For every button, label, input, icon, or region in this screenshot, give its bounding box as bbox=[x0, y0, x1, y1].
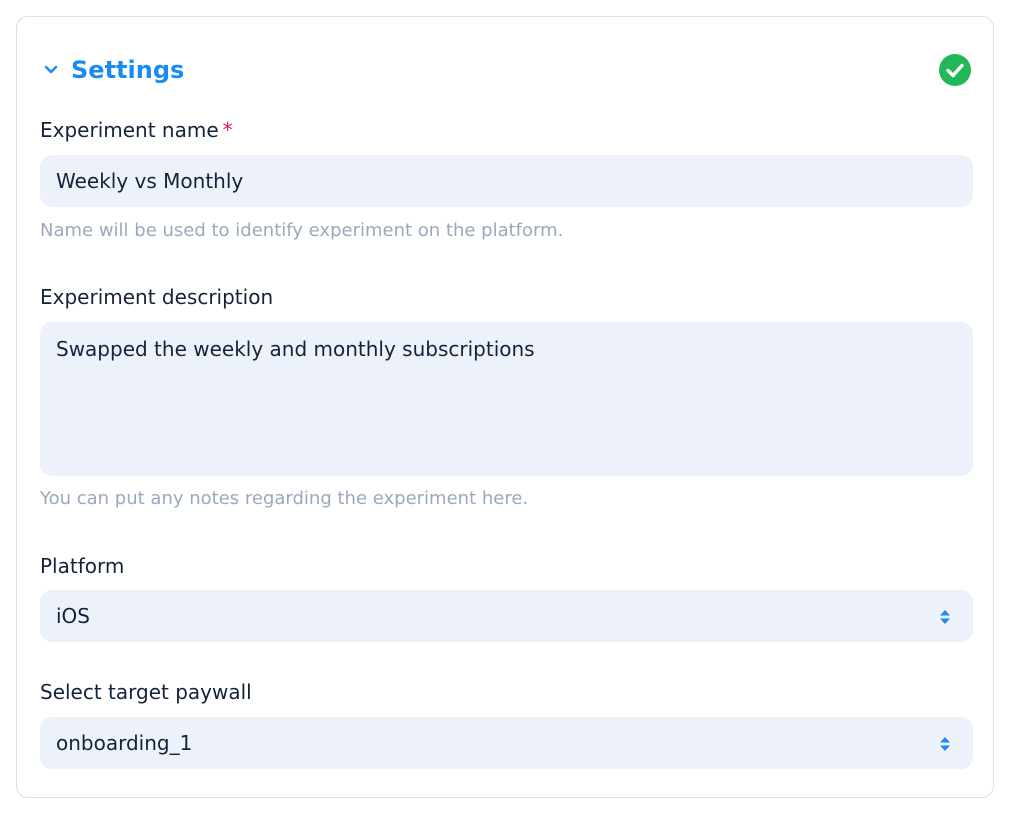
experiment-name-value: Weekly vs Monthly bbox=[56, 169, 244, 193]
target-paywall-select[interactable]: onboarding_1 bbox=[40, 717, 973, 769]
experiment-name-label: Experiment name * bbox=[40, 118, 233, 142]
experiment-description-hint: You can put any notes regarding the expe… bbox=[40, 488, 529, 509]
platform-label: Platform bbox=[40, 554, 125, 578]
platform-selected-value: iOS bbox=[56, 604, 90, 628]
experiment-name-label-text: Experiment name bbox=[40, 118, 219, 142]
target-paywall-label: Select target paywall bbox=[40, 680, 252, 704]
required-marker: * bbox=[222, 118, 233, 142]
experiment-description-value: Swapped the weekly and monthly subscript… bbox=[56, 337, 535, 361]
check-circle-icon bbox=[939, 54, 971, 86]
platform-select[interactable]: iOS bbox=[40, 590, 973, 642]
experiment-description-textarea[interactable]: Swapped the weekly and monthly subscript… bbox=[40, 322, 973, 476]
section-title: Settings bbox=[71, 56, 185, 84]
experiment-name-input[interactable]: Weekly vs Monthly bbox=[40, 155, 973, 207]
settings-card: Settings Experiment name * Weekly vs Mont… bbox=[16, 16, 994, 798]
select-arrows-icon bbox=[939, 734, 951, 752]
settings-section-toggle[interactable]: Settings bbox=[43, 51, 184, 89]
chevron-down-icon[interactable] bbox=[43, 62, 59, 78]
experiment-name-hint: Name will be used to identify experiment… bbox=[40, 220, 564, 241]
select-arrows-icon bbox=[939, 607, 951, 625]
experiment-description-label: Experiment description bbox=[40, 285, 274, 309]
target-paywall-selected-value: onboarding_1 bbox=[56, 731, 193, 755]
